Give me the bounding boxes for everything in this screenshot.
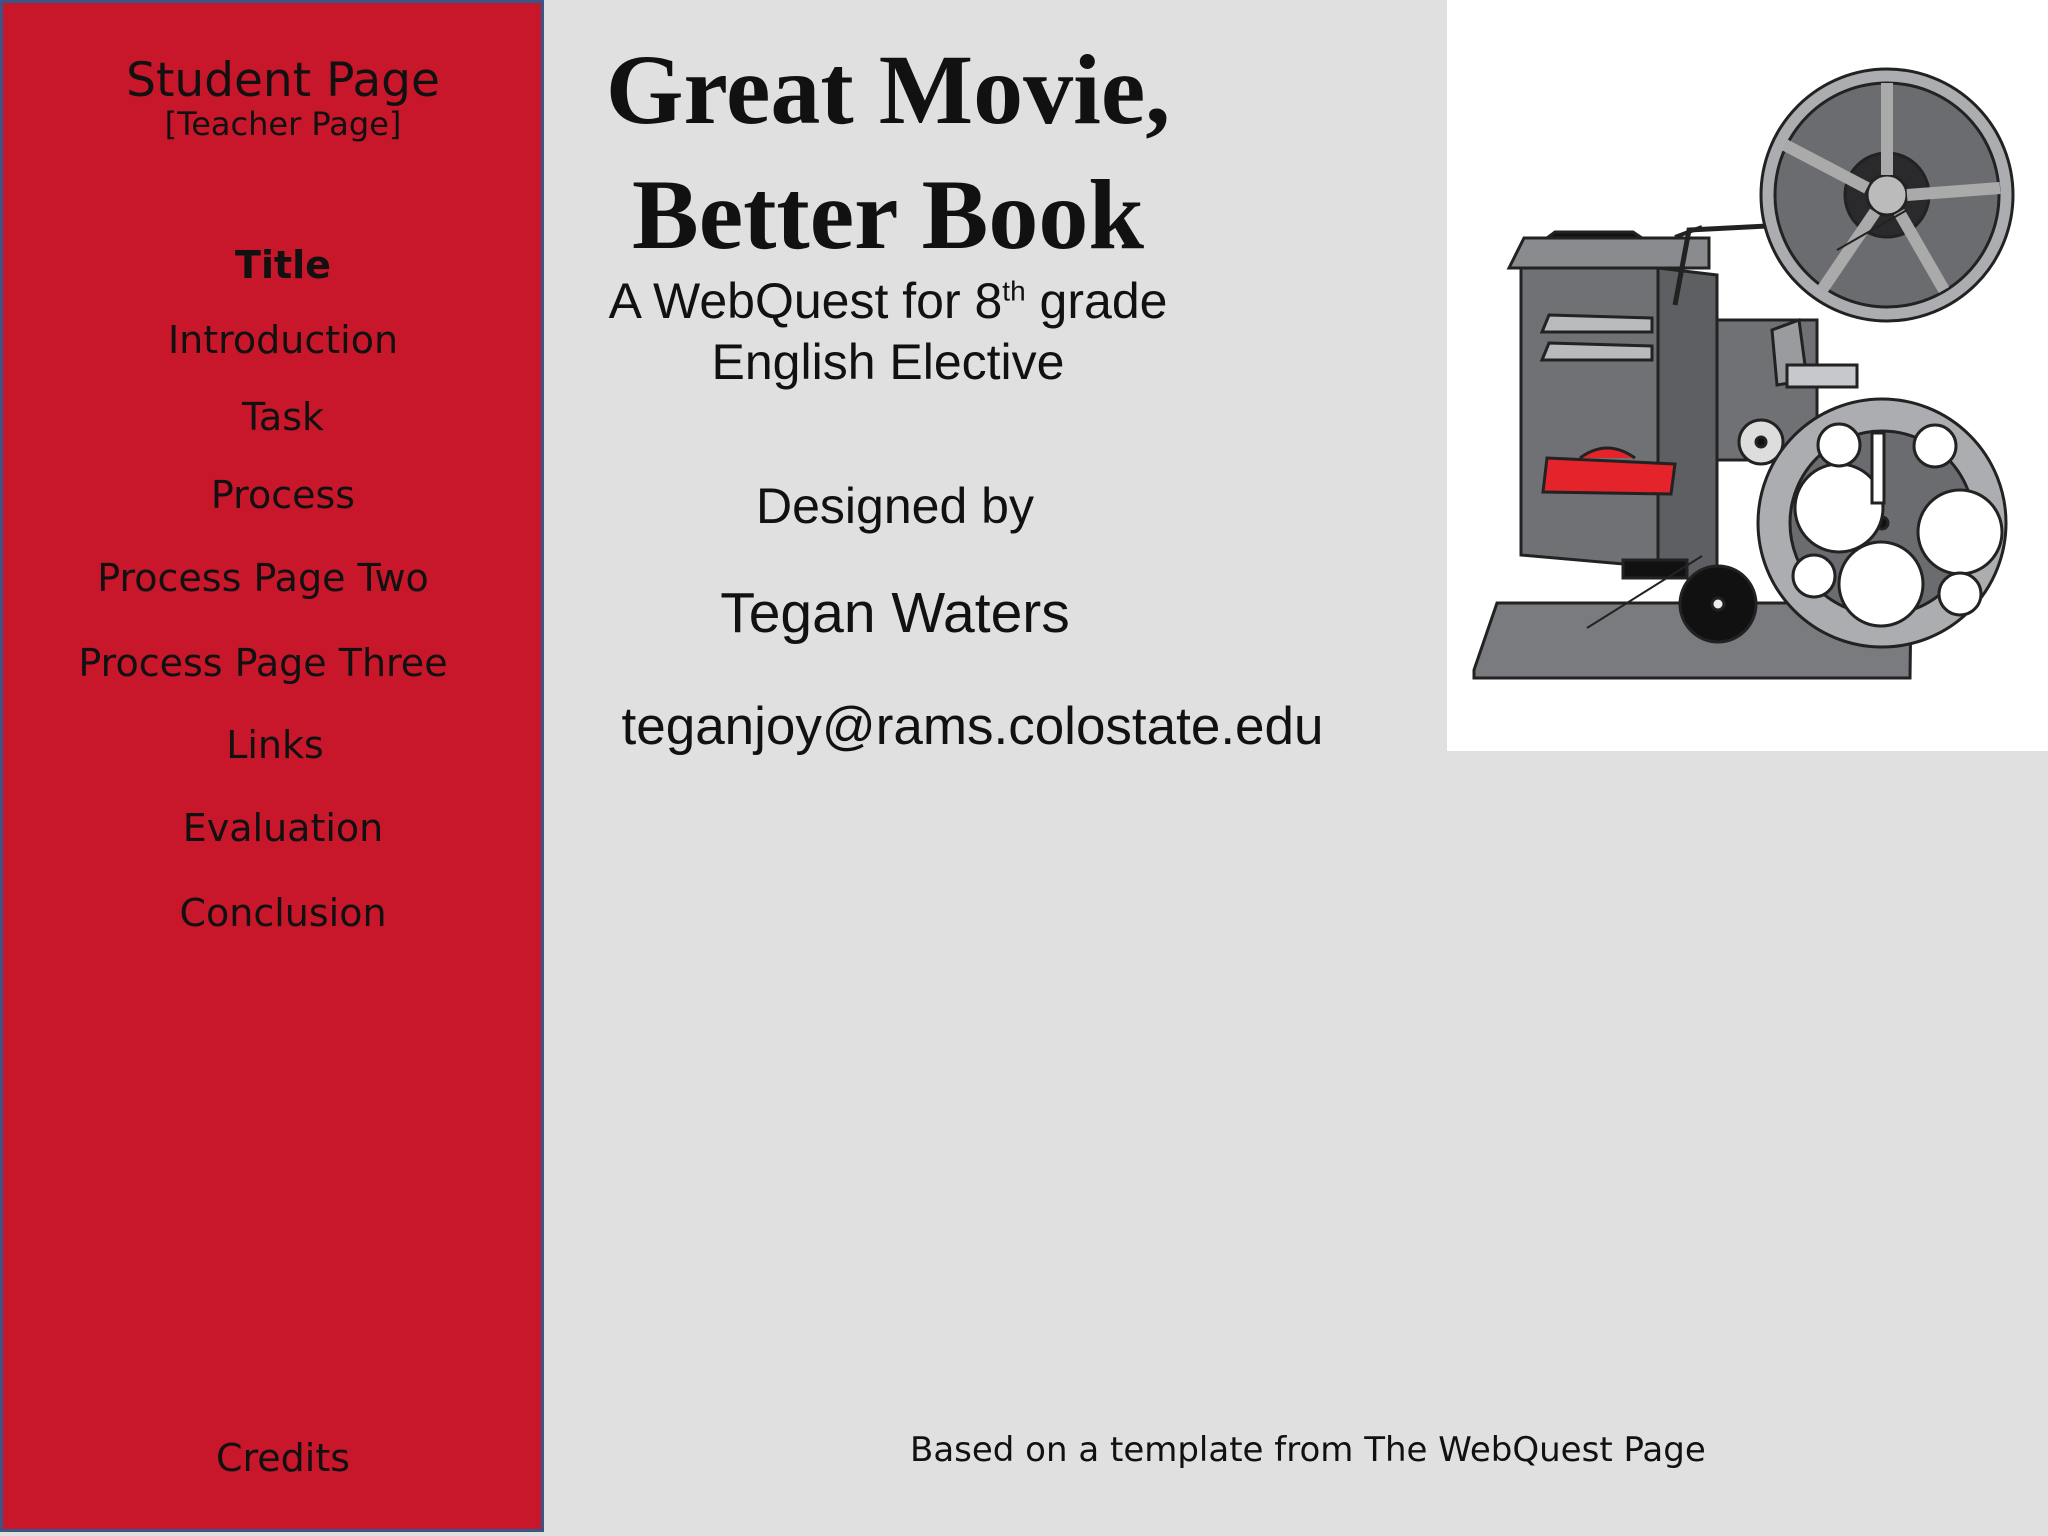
nav-item-links[interactable]: Links bbox=[0, 723, 555, 767]
template-credit: Based on a template from The WebQuest Pa… bbox=[910, 1430, 1706, 1470]
teacher-page-link[interactable]: [Teacher Page] bbox=[3, 105, 563, 143]
subtitle-line-2: English Elective bbox=[711, 334, 1065, 390]
film-projector-icon bbox=[1472, 67, 2015, 680]
sidebar-nav: Student Page [Teacher Page] Title Introd… bbox=[0, 0, 544, 1532]
nav-item-process[interactable]: Process bbox=[3, 473, 563, 517]
author-email[interactable]: teganjoy@rams.colostate.edu bbox=[600, 696, 1345, 757]
subtitle-line-1: A WebQuest for 8th grade bbox=[568, 272, 1208, 330]
subtitle-text: A WebQuest for 8 bbox=[608, 273, 1003, 329]
nav-item-conclusion[interactable]: Conclusion bbox=[3, 891, 563, 935]
projector-image bbox=[1447, 0, 2048, 751]
nav-item-task[interactable]: Task bbox=[3, 395, 563, 439]
page-title-line-2: Better Book bbox=[632, 159, 1144, 270]
page-title-line-1: Great Movie, bbox=[605, 34, 1171, 145]
author-name: Tegan Waters bbox=[720, 581, 1070, 645]
student-page-link[interactable]: Student Page bbox=[3, 53, 563, 108]
nav-item-process-page-three[interactable]: Process Page Three bbox=[0, 641, 543, 685]
nav-item-title[interactable]: Title bbox=[3, 243, 563, 287]
nav-item-introduction[interactable]: Introduction bbox=[3, 318, 563, 362]
nav-item-process-page-two[interactable]: Process Page Two bbox=[0, 556, 543, 600]
nav-item-evaluation[interactable]: Evaluation bbox=[3, 806, 563, 850]
designed-by-label: Designed by bbox=[756, 478, 1034, 534]
subtitle-text-end: grade bbox=[1025, 273, 1168, 329]
subtitle-superscript: th bbox=[1002, 275, 1026, 307]
nav-item-credits[interactable]: Credits bbox=[3, 1436, 563, 1480]
